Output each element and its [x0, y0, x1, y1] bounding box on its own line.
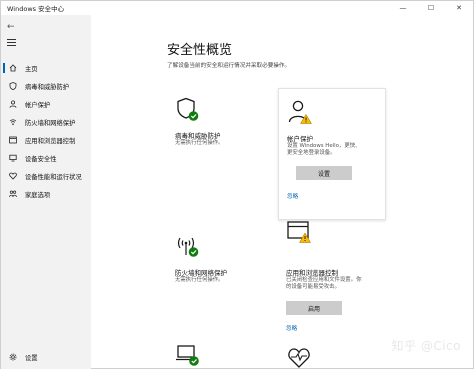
shield-icon — [9, 82, 17, 90]
sidebar-item-device-security[interactable]: 设备安全性 — [1, 149, 91, 167]
sidebar-item-label: 家庭选项 — [25, 191, 51, 199]
enable-button[interactable]: 启用 — [286, 301, 342, 315]
dismiss-link[interactable]: 忽略 — [286, 324, 297, 332]
card-title: 帐户保护 — [287, 135, 313, 143]
sidebar-item-label: 设备安全性 — [25, 155, 57, 163]
security-center-window: Windows 安全中心 — ☐ ✕ ← 主页 病毒和威胁防护 帐户保护 防火墙… — [0, 0, 474, 369]
device-icon — [9, 154, 17, 162]
wifi-icon — [9, 118, 17, 126]
browser-warning-icon — [286, 219, 312, 245]
wifi-check-icon — [175, 233, 201, 259]
family-icon — [9, 190, 17, 198]
person-icon — [9, 100, 17, 108]
window-title: Windows 安全中心 — [7, 5, 65, 13]
device-security-card[interactable] — [175, 343, 283, 369]
card-title: 应用和浏览器控制 — [286, 269, 338, 277]
window-controls: — ☐ ✕ — [389, 1, 473, 15]
close-button[interactable]: ✕ — [445, 1, 473, 15]
card-desc-line: 设置 Windows Hello，更快、 — [287, 143, 361, 149]
firewall-card[interactable]: 防火墙和网络保护 无需执行任何操作。 — [167, 233, 275, 293]
maximize-button[interactable]: ☐ — [417, 1, 445, 15]
heart-pulse-icon — [287, 345, 313, 369]
card-desc-line: 更安全地登录设备。 — [287, 150, 336, 156]
card-title: 病毒和威胁防护 — [175, 132, 221, 140]
sidebar-settings[interactable]: 设置 — [1, 349, 91, 365]
app-browser-control-card[interactable]: 应用和浏览器控制 已关闭检查应用和文件设置。你 的设备可能易受攻击。 启用 忽略 — [278, 219, 386, 332]
sidebar-item-account-protection[interactable]: 帐户保护 — [1, 95, 91, 113]
watermark: 知乎 @Cico — [391, 339, 461, 353]
sidebar: ← 主页 病毒和威胁防护 帐户保护 防火墙和网络保护 应用和浏览器控制 设备安全… — [1, 15, 91, 369]
sidebar-item-label: 帐户保护 — [25, 101, 51, 109]
sidebar-item-label: 设备性能和运行状况 — [25, 173, 82, 181]
sidebar-item-app-browser-control[interactable]: 应用和浏览器控制 — [1, 131, 91, 149]
sidebar-nav: 主页 病毒和威胁防护 帐户保护 防火墙和网络保护 应用和浏览器控制 设备安全性 … — [1, 59, 91, 203]
sidebar-item-firewall[interactable]: 防火墙和网络保护 — [1, 113, 91, 131]
sidebar-item-virus-protection[interactable]: 病毒和威胁防护 — [1, 77, 91, 95]
card-desc: 无需执行任何操作。 — [175, 277, 224, 283]
gear-icon — [9, 353, 17, 361]
sidebar-item-label: 主页 — [25, 65, 38, 73]
minimize-button[interactable]: — — [389, 1, 417, 15]
title-bar: Windows 安全中心 — ☐ ✕ — [1, 1, 473, 15]
account-protection-card[interactable]: 帐户保护 设置 Windows Hello，更快、 更安全地登录设备。 设置 忽… — [278, 88, 386, 220]
home-icon — [9, 64, 17, 72]
shield-check-icon — [175, 97, 201, 123]
dismiss-link[interactable]: 忽略 — [287, 192, 298, 200]
hamburger-menu-icon[interactable] — [7, 39, 16, 47]
card-desc: 无需执行任何操作。 — [175, 140, 224, 146]
virus-protection-card[interactable]: 病毒和威胁防护 无需执行任何操作。 — [167, 97, 275, 177]
card-desc-line: 已关闭检查应用和文件设置。你 — [286, 277, 362, 283]
sidebar-item-label: 应用和浏览器控制 — [25, 137, 76, 145]
sidebar-item-home[interactable]: 主页 — [1, 59, 91, 77]
device-performance-card[interactable] — [287, 345, 395, 369]
browser-icon — [9, 136, 17, 144]
sidebar-item-device-performance[interactable]: 设备性能和运行状况 — [1, 167, 91, 185]
page-subtitle: 了解设备当前的安全和运行情况并采取必要操作。 — [167, 63, 291, 69]
sidebar-item-label: 病毒和威胁防护 — [25, 83, 70, 91]
main-content: 安全性概览 了解设备当前的安全和运行情况并采取必要操作。 病毒和威胁防护 无需执… — [91, 15, 474, 369]
card-desc-line: 的设备可能易受攻击。 — [286, 284, 340, 290]
laptop-check-icon — [175, 343, 201, 369]
person-warning-icon — [287, 99, 313, 125]
sidebar-item-label: 防火墙和网络保护 — [25, 119, 76, 127]
card-title: 防火墙和网络保护 — [175, 269, 227, 277]
heart-icon — [9, 172, 17, 180]
back-arrow-icon[interactable]: ← — [7, 22, 15, 32]
settings-label: 设置 — [25, 354, 38, 362]
setup-button[interactable]: 设置 — [296, 166, 352, 180]
page-title: 安全性概览 — [167, 43, 233, 58]
sidebar-item-family-options[interactable]: 家庭选项 — [1, 185, 91, 203]
